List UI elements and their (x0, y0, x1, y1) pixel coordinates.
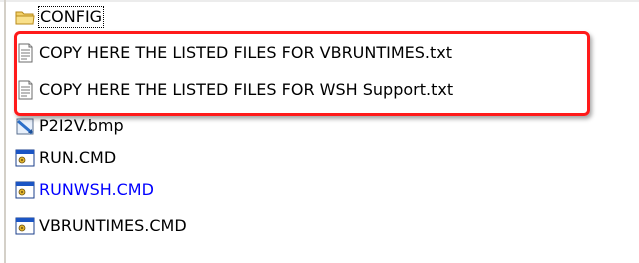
file-name: COPY HERE THE LISTED FILES FOR WSH Suppo… (39, 80, 454, 99)
folder-icon (15, 11, 35, 25)
file-item-runwsh-cmd[interactable]: RUNWSH.CMD (14, 176, 154, 204)
file-list: CONFIG COPY HERE THE LISTED FILES FOR VB… (0, 0, 639, 263)
file-name: CONFIG (37, 6, 105, 28)
file-name: RUNWSH.CMD (39, 180, 154, 199)
file-name: VBRUNTIMES.CMD (39, 216, 187, 235)
text-document-icon (18, 80, 33, 100)
bitmap-image-icon (16, 118, 34, 135)
file-item-config[interactable]: CONFIG (14, 3, 105, 31)
file-item-vbruntimes-txt[interactable]: COPY HERE THE LISTED FILES FOR VBRUNTIME… (14, 39, 452, 67)
file-name: P2I2V.bmp (39, 116, 124, 135)
file-item-p2i2v-bmp[interactable]: P2I2V.bmp (14, 112, 124, 140)
file-item-wsh-support-txt[interactable]: COPY HERE THE LISTED FILES FOR WSH Suppo… (14, 76, 453, 104)
cmd-script-icon (15, 181, 35, 199)
file-name: COPY HERE THE LISTED FILES FOR VBRUNTIME… (39, 43, 453, 62)
file-item-vbruntimes-cmd[interactable]: VBRUNTIMES.CMD (14, 212, 187, 240)
file-name: RUN.CMD (39, 148, 117, 167)
file-item-run-cmd[interactable]: RUN.CMD (14, 144, 116, 172)
cmd-script-icon (15, 149, 35, 167)
cmd-script-icon (15, 217, 35, 235)
text-document-icon (18, 43, 33, 63)
